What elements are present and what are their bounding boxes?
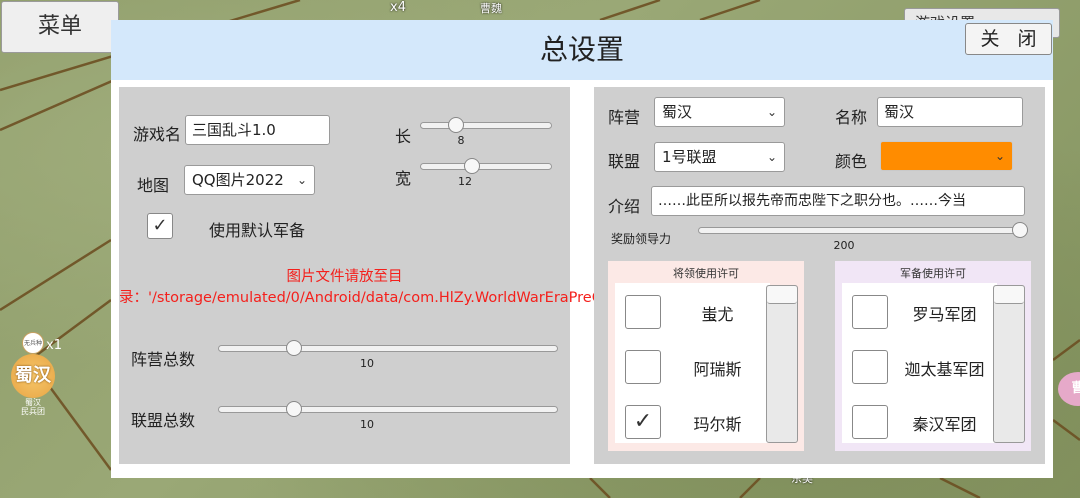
chevron-down-icon: ⌄ <box>994 149 1005 163</box>
general-permission-title: 将领使用许可 <box>673 267 739 280</box>
slider-handle[interactable] <box>286 340 303 356</box>
game-name-input[interactable]: 三国乱斗1.0 <box>185 115 330 145</box>
reward-leadership-value: 200 <box>833 239 855 252</box>
camp-name-input[interactable]: 蜀汉 <box>877 97 1023 127</box>
equipment-checkbox[interactable] <box>852 405 888 439</box>
alliance-label: 联盟 <box>608 152 641 171</box>
alliance-total-label: 联盟总数 <box>131 411 196 430</box>
general-permission-box: 将领使用许可 蚩尤 阿瑞斯 ✓ 玛尔斯 <box>608 261 804 451</box>
default-equip-checkbox[interactable]: ✓ <box>147 213 173 239</box>
slider-handle[interactable] <box>286 401 303 417</box>
equipment-permission-box: 军备使用许可 罗马军团 迦太基军团 秦汉军团 <box>835 261 1031 451</box>
equipment-permission-title: 军备使用许可 <box>900 267 966 280</box>
general-name: 阿瑞斯 <box>693 360 742 379</box>
camp-select-value: 蜀汉 <box>662 103 693 121</box>
check-icon: ✓ <box>152 215 168 236</box>
map-node-shu[interactable]: 无兵种 x1 蜀汉 蜀汉 民兵团 <box>8 332 62 416</box>
map-length-slider[interactable] <box>420 116 552 136</box>
game-name-label: 游戏名 <box>133 125 182 144</box>
equipment-name: 罗马军团 <box>912 305 977 324</box>
equipment-name: 秦汉军团 <box>912 415 977 434</box>
general-checkbox[interactable] <box>625 295 661 329</box>
camp-total-label: 阵营总数 <box>131 350 196 369</box>
intro-label: 介绍 <box>608 197 641 216</box>
default-equip-label: 使用默认军备 <box>209 221 306 240</box>
map-select[interactable]: QQ图片2022 ⌄ <box>184 165 315 195</box>
color-select[interactable]: #ff8c00 ⌄ <box>880 141 1013 171</box>
general-checkbox[interactable] <box>625 350 661 384</box>
map-width-value: 12 <box>458 175 472 188</box>
alliance-select[interactable]: 1号联盟 ⌄ <box>654 142 785 172</box>
list-item[interactable]: 迦太基军团 <box>842 346 997 386</box>
general-permission-list[interactable]: 蚩尤 阿瑞斯 ✓ 玛尔斯 <box>615 283 770 443</box>
name-label: 名称 <box>835 108 868 127</box>
camp-label: 阵营 <box>608 108 641 127</box>
alliance-select-value: 1号联盟 <box>662 148 717 166</box>
equipment-permission-list[interactable]: 罗马军团 迦太基军团 秦汉军团 <box>842 283 997 443</box>
node-subtitle: 民兵团 <box>21 407 45 416</box>
camp-select[interactable]: 蜀汉 ⌄ <box>654 97 785 127</box>
equipment-name: 迦太基军团 <box>904 360 985 379</box>
scrollbar-handle[interactable] <box>994 286 1024 304</box>
list-item[interactable]: 阿瑞斯 <box>615 346 770 386</box>
map-node[interactable]: 曹魏 <box>466 0 516 16</box>
map-node-label: 曹 <box>1058 372 1080 406</box>
close-button[interactable]: 关 闭 <box>965 23 1052 55</box>
map-length-value: 8 <box>457 134 465 147</box>
reward-leadership-slider[interactable] <box>698 221 1028 241</box>
chevron-down-icon: ⌄ <box>766 105 777 119</box>
map-width-label: 宽 <box>395 169 412 188</box>
list-item[interactable]: 罗马军团 <box>842 291 997 331</box>
menu-button[interactable]: 菜单 <box>1 1 119 53</box>
general-name: 蚩尤 <box>701 305 734 324</box>
general-name: 玛尔斯 <box>693 415 742 434</box>
chevron-down-icon: ⌄ <box>296 173 307 187</box>
color-label: 颜色 <box>835 152 868 171</box>
unit-type-badge: 无兵种 <box>22 332 44 354</box>
alliance-total-value: 10 <box>360 418 374 431</box>
equipment-checkbox[interactable] <box>852 350 888 384</box>
intro-input[interactable]: ……此臣所以报先帝而忠陛下之职分也。……今当 <box>651 186 1025 216</box>
list-item[interactable]: ✓ 玛尔斯 <box>615 401 770 441</box>
unit-count: x4 <box>390 0 406 15</box>
map-select-value: QQ图片2022 <box>192 171 284 189</box>
camp-settings-panel: 阵营 蜀汉 ⌄ 名称 蜀汉 联盟 1号联盟 ⌄ 颜色 #ff8c00 ⌄ 介绍 … <box>594 87 1045 464</box>
map-node[interactable]: 曹 <box>1058 372 1080 406</box>
camp-total-value: 10 <box>360 357 374 370</box>
faction-emblem: 蜀汉 <box>11 354 55 398</box>
map-label: 地图 <box>137 176 170 195</box>
camp-total-slider[interactable] <box>218 339 558 359</box>
unit-count: x1 <box>46 338 62 353</box>
list-item[interactable]: 蚩尤 <box>615 291 770 331</box>
dialog-title: 总设置 <box>539 33 624 66</box>
reward-leadership-label: 奖励领导力 <box>611 232 672 246</box>
map-length-label: 长 <box>395 127 412 146</box>
chevron-down-icon: ⌄ <box>766 150 777 164</box>
general-checkbox[interactable]: ✓ <box>625 405 661 439</box>
list-item[interactable]: 秦汉军团 <box>842 401 997 441</box>
map-width-slider[interactable] <box>420 157 552 177</box>
check-icon: ✓ <box>633 409 653 434</box>
settings-dialog: 总设置 关 闭 游戏名 三国乱斗1.0 长 8 宽 12 地图 QQ图片2022… <box>111 20 1053 478</box>
slider-handle[interactable] <box>448 117 464 133</box>
scrollbar-handle[interactable] <box>767 286 797 304</box>
equipment-list-scrollbar[interactable] <box>993 285 1025 443</box>
map-node-label: 曹魏 <box>480 2 502 15</box>
global-settings-panel: 游戏名 三国乱斗1.0 长 8 宽 12 地图 QQ图片2022 ⌄ ✓ 使用默… <box>119 87 766 464</box>
slider-handle[interactable] <box>464 158 480 174</box>
general-list-scrollbar[interactable] <box>766 285 798 443</box>
slider-handle[interactable] <box>1012 222 1028 238</box>
node-subtitle: 蜀汉 <box>25 398 41 407</box>
image-path-note: 图片文件请放至目录：'/storage/emulated/0/Android/d… <box>119 269 766 306</box>
alliance-total-slider[interactable] <box>218 400 558 420</box>
equipment-checkbox[interactable] <box>852 295 888 329</box>
